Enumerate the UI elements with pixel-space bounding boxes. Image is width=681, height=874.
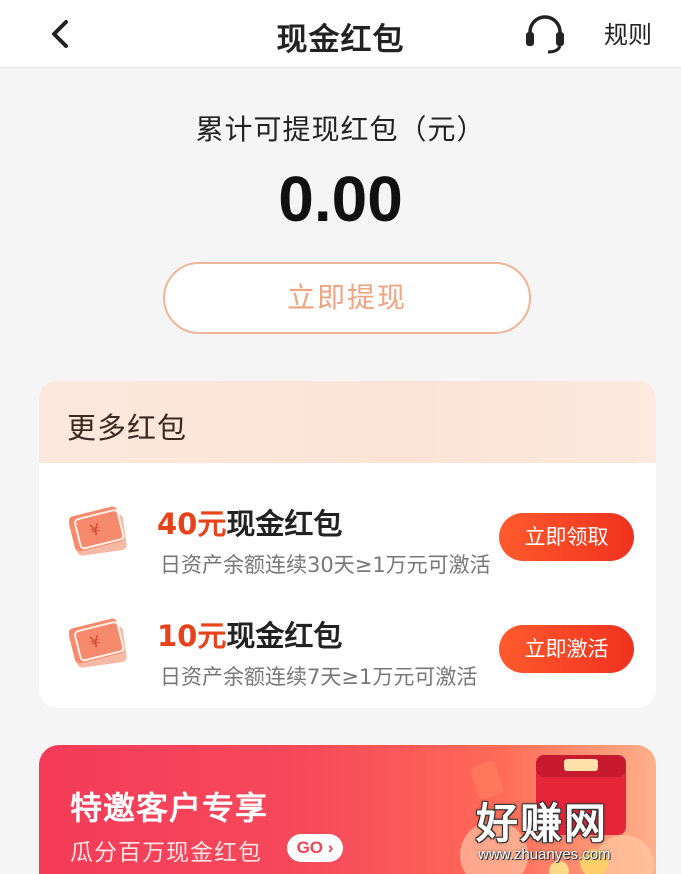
red-packet-title: 10元现金红包 [157,613,342,655]
more-card-title: 更多红包 [67,411,188,445]
watermark-url: www.zhuanyes.com [478,846,611,863]
red-packet-desc: 日资产余额连续30天≥1万元可激活 [160,553,491,577]
more-card-header: 更多红包 [39,381,656,463]
balance-label: 累计可提现红包（元） [195,113,486,146]
activate-button[interactable]: 立即激活 [499,625,634,673]
cash-ticket-icon: ¥ [69,618,127,668]
balance-amount: 0.00 [278,163,403,235]
red-packet-name: 现金红包 [226,507,343,541]
claim-button[interactable]: 立即领取 [499,513,634,561]
red-packet-desc: 日资产余额连续7天≥1万元可激活 [160,665,478,689]
red-packet-title: 40元现金红包 [157,501,342,543]
more-red-packets-card: 更多红包 ¥ 40元现金红包 日资产余额连续30天≥1万元可激活 立即领取 ¥ … [39,381,656,708]
red-packet-name: 现金红包 [226,619,343,653]
nav-bar: 现金红包 规则 [0,0,681,68]
cash-ticket-icon: ¥ [69,506,127,556]
headset-icon[interactable] [520,10,570,58]
withdraw-button[interactable]: 立即提现 [163,262,531,334]
list-item: ¥ 10元现金红包 日资产余额连续7天≥1万元可激活 立即激活 [39,595,656,705]
promo-subtitle: 瓜分百万现金红包 [70,840,262,866]
watermark-text: 好赚网 [476,799,609,848]
list-item: ¥ 40元现金红包 日资产余额连续30天≥1万元可激活 立即领取 [39,483,656,593]
red-packet-amount: 40元 [157,507,227,541]
red-packet-amount: 10元 [157,619,227,653]
rules-link[interactable]: 规则 [604,15,652,50]
promo-title: 特邀客户专享 [70,789,269,827]
page-title: 现金红包 [276,22,405,58]
watermark: 好赚网 www.zhuanyes.com [468,790,680,874]
go-button[interactable]: GO › [287,834,343,862]
